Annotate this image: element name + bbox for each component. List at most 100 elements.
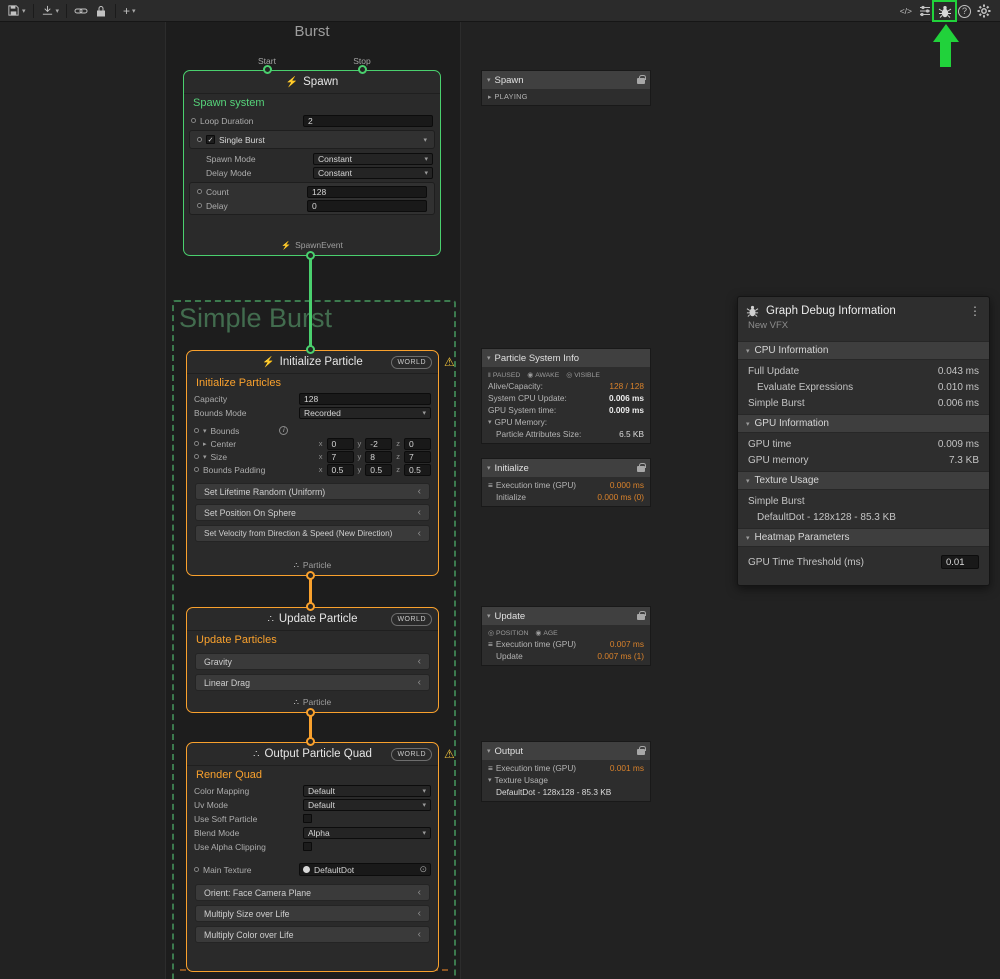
alpha-clipping-checkbox[interactable] — [303, 842, 312, 851]
spawn-node[interactable]: ⚡ Spawn Spawn system Loop Duration 2 ✓ S… — [183, 70, 441, 256]
field-label: Bounds — [211, 426, 240, 436]
delay-field[interactable]: 0 — [307, 200, 427, 212]
lock-button[interactable] — [91, 2, 111, 20]
bounds-mode-dropdown[interactable]: Recorded ▾ — [299, 407, 431, 419]
collapse-caret-icon[interactable]: ▾ — [423, 136, 427, 144]
property-port[interactable] — [191, 118, 196, 123]
block-multiply-size[interactable]: Multiply Size over Life ‹ — [195, 905, 430, 922]
object-picker-icon[interactable]: ⊙ — [419, 864, 427, 875]
lock-icon[interactable] — [637, 78, 645, 84]
edge-spawn-to-initialize[interactable] — [309, 257, 312, 349]
spawn-output-port[interactable] — [306, 251, 315, 260]
stat-row[interactable]: ▾ GPU Memory: — [482, 416, 650, 428]
output-input-port[interactable] — [306, 737, 315, 746]
size-z-field[interactable]: 7 — [404, 451, 431, 463]
block-linear-drag[interactable]: Linear Drag ‹ — [195, 674, 430, 691]
chevron-left-icon: ‹ — [418, 929, 421, 940]
loop-duration-field[interactable]: 2 — [303, 115, 433, 127]
output-node-header[interactable]: ∴ Output Particle Quad WORLD — [187, 743, 438, 766]
property-port[interactable] — [194, 441, 199, 446]
link-button[interactable] — [71, 2, 91, 20]
center-z-field[interactable]: 0 — [404, 438, 431, 450]
uv-mode-dropdown[interactable]: Default ▾ — [303, 799, 431, 811]
foldout-open-icon[interactable]: ▾ — [487, 354, 491, 362]
psi-panel-header[interactable]: ▾ Particle System Info — [482, 349, 650, 367]
property-port[interactable] — [194, 867, 199, 872]
center-y-field[interactable]: -2 — [365, 438, 392, 450]
block-gravity[interactable]: Gravity ‹ — [195, 653, 430, 670]
size-y-field[interactable]: 8 — [365, 451, 392, 463]
foldout-open-icon[interactable]: ▾ — [487, 76, 491, 84]
update-output-port[interactable] — [306, 708, 315, 717]
code-view-button[interactable]: </> — [897, 2, 915, 20]
field-label: Blend Mode — [194, 828, 239, 838]
foldout-open-icon[interactable]: ▾ — [487, 747, 491, 755]
count-field[interactable]: 128 — [307, 186, 427, 198]
soft-particle-checkbox[interactable] — [303, 814, 312, 823]
delay-mode-dropdown[interactable]: Constant ▾ — [313, 167, 433, 179]
property-port[interactable] — [197, 137, 202, 142]
spawn-mode-dropdown[interactable]: Constant ▾ — [313, 153, 433, 165]
padding-z-field[interactable]: 0.5 — [404, 464, 431, 476]
size-x-field[interactable]: 7 — [327, 451, 354, 463]
foldout-open-icon[interactable]: ▾ — [203, 427, 207, 435]
edge-initialize-to-update[interactable] — [309, 577, 312, 605]
spawn-state-row[interactable]: ▸ PLAYING — [482, 91, 650, 102]
initialize-input-port[interactable] — [306, 345, 315, 354]
block-multiply-color[interactable]: Multiply Color over Life ‹ — [195, 926, 430, 943]
save-as-button[interactable]: ▾ — [38, 2, 63, 20]
debug-window-titlebar[interactable]: Graph Debug Information ⋮ — [738, 297, 989, 318]
property-port[interactable] — [194, 428, 199, 433]
gpu-information-section-header[interactable]: ▾ GPU Information — [738, 414, 989, 433]
output-node[interactable]: ∴ Output Particle Quad WORLD Render Quad… — [186, 742, 439, 972]
foldout-open-icon[interactable]: ▾ — [487, 464, 491, 472]
kebab-menu-icon[interactable]: ⋮ — [969, 304, 981, 318]
color-mapping-dropdown[interactable]: Default ▾ — [303, 785, 431, 797]
blend-mode-dropdown[interactable]: Alpha ▾ — [303, 827, 431, 839]
block-set-velocity[interactable]: Set Velocity from Direction & Speed (New… — [195, 525, 430, 542]
lock-icon[interactable] — [637, 614, 645, 620]
foldout-open-icon[interactable]: ▾ — [488, 418, 492, 426]
spawn-node-header[interactable]: ⚡ Spawn — [184, 71, 440, 94]
gpu-time-threshold-input[interactable]: 0.01 — [941, 555, 979, 569]
property-port[interactable] — [194, 467, 199, 472]
spawn-start-port[interactable] — [263, 65, 272, 74]
center-x-field[interactable]: 0 — [327, 438, 354, 450]
texture-usage-section-header[interactable]: ▾ Texture Usage — [738, 471, 989, 490]
single-burst-checkbox[interactable]: ✓ — [206, 135, 215, 144]
padding-y-field[interactable]: 0.5 — [365, 464, 392, 476]
initialize-node[interactable]: ⚡ Initialize Particle WORLD Initialize P… — [186, 350, 439, 576]
block-orient-face-camera[interactable]: Orient: Face Camera Plane ‹ — [195, 884, 430, 901]
cpu-information-section-header[interactable]: ▾ CPU Information — [738, 341, 989, 360]
lock-icon[interactable] — [637, 466, 645, 472]
block-set-lifetime-random[interactable]: Set Lifetime Random (Uniform) ‹ — [195, 483, 430, 500]
lock-icon[interactable] — [637, 749, 645, 755]
update-node-header[interactable]: ∴ Update Particle WORLD — [187, 608, 438, 631]
heatmap-parameters-section-header[interactable]: ▾ Heatmap Parameters — [738, 528, 989, 547]
foldout-closed-icon[interactable]: ▸ — [203, 440, 207, 448]
foldout-open-icon[interactable]: ▾ — [203, 453, 207, 461]
foldout-open-icon[interactable]: ▾ — [487, 612, 491, 620]
initialize-node-header[interactable]: ⚡ Initialize Particle WORLD — [187, 351, 438, 374]
settings-button[interactable] — [974, 2, 994, 20]
add-button[interactable]: + ▾ — [120, 2, 139, 20]
save-button[interactable]: ▾ — [4, 2, 29, 20]
update-node[interactable]: ∴ Update Particle WORLD Update Particles… — [186, 607, 439, 713]
property-port[interactable] — [197, 189, 202, 194]
update-panel-header[interactable]: ▾ Update — [482, 607, 650, 625]
main-texture-field[interactable]: DefaultDot ⊙ — [299, 863, 431, 876]
update-input-port[interactable] — [306, 602, 315, 611]
stat-row[interactable]: ▾ Texture Usage — [482, 774, 650, 786]
initialize-panel-header[interactable]: ▾ Initialize — [482, 459, 650, 477]
block-set-position-on-sphere[interactable]: Set Position On Sphere ‹ — [195, 504, 430, 521]
property-port[interactable] — [194, 454, 199, 459]
capacity-field[interactable]: 128 — [299, 393, 431, 405]
property-port[interactable] — [197, 203, 202, 208]
spawn-panel-header[interactable]: ▾ Spawn — [482, 71, 650, 89]
padding-x-field[interactable]: 0.5 — [327, 464, 354, 476]
spawn-stop-port[interactable] — [358, 65, 367, 74]
foldout-open-icon[interactable]: ▾ — [488, 776, 492, 784]
initialize-output-port[interactable] — [306, 571, 315, 580]
help-button[interactable]: ? — [955, 2, 974, 20]
output-panel-header[interactable]: ▾ Output — [482, 742, 650, 760]
